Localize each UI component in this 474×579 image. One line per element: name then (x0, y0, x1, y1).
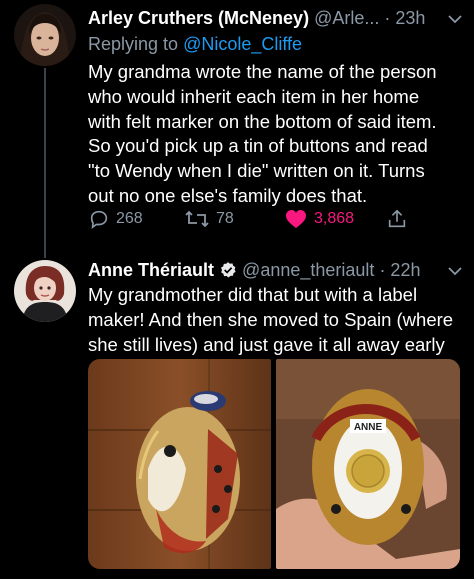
timestamp[interactable]: · 22h (379, 260, 420, 280)
tweet-actions: 268 78 3,868 (88, 205, 468, 235)
tweet-photo-figurine-side[interactable] (88, 359, 271, 569)
reply-context: Replying to @Nicole_Cliffe (88, 32, 302, 56)
share-button[interactable] (386, 205, 414, 233)
tweet-text-line: So you'd pick up a tin of buttons and re… (88, 135, 428, 157)
reply-button[interactable]: 268 (88, 205, 143, 233)
chevron-down-icon[interactable] (448, 14, 462, 24)
share-icon (388, 209, 406, 228)
retweet-icon (185, 210, 209, 228)
tweet-text: My grandmother did that but with a label… (88, 283, 453, 357)
tweet-text-line: she still lives) and just gave it all aw… (88, 333, 445, 355)
avatar-arley[interactable] (14, 4, 76, 66)
handle[interactable]: @anne_theriault (242, 260, 374, 280)
photo-label-text: ANNE (354, 422, 383, 433)
tweet-text-line: My grandmother did that but with a label (88, 284, 418, 305)
like-count: 3,868 (314, 210, 355, 227)
timestamp[interactable]: · 23h (384, 8, 425, 28)
retweet-count: 78 (216, 210, 234, 227)
reply-count: 268 (116, 210, 143, 227)
tweet-text-line: maker! And then she moved to Spain (wher… (88, 308, 454, 330)
handle[interactable]: @Arle... (314, 8, 379, 28)
verified-badge-icon (221, 262, 236, 278)
tweet-header: Arley Cruthers (McNeney) @Arle... · 23h (88, 6, 425, 30)
retweet-button[interactable]: 78 (184, 205, 234, 233)
display-name[interactable]: Arley Cruthers (McNeney) (88, 8, 309, 28)
tweet-photo-figurine-base[interactable]: ANNE (276, 359, 460, 569)
reply-prefix: Replying to (88, 34, 179, 54)
tweet-text-line: "to Wendy when I die" written on it. Tur… (88, 160, 425, 182)
avatar-anne[interactable] (14, 260, 76, 322)
heart-icon (286, 210, 306, 228)
tweet-text-line: who would inherit each item in her home (88, 85, 420, 107)
tweet-text: My grandma wrote the name of the person … (88, 60, 437, 209)
tweet-text-line: My grandma wrote the name of the person (88, 61, 437, 82)
reply-icon (90, 210, 108, 230)
reply-handle-link[interactable]: @Nicole_Cliffe (183, 34, 302, 54)
tweet-arley[interactable]: Arley Cruthers (McNeney) @Arle... · 23h … (0, 0, 474, 250)
display-name[interactable]: Anne Thériault (88, 260, 214, 280)
tweet-text-line: with felt marker on the bottom of said i… (88, 110, 437, 132)
like-button[interactable]: 3,868 (284, 205, 354, 233)
chevron-down-icon[interactable] (448, 266, 462, 276)
tweet-header: Anne Thériault @anne_theriault · 22h (88, 258, 420, 282)
